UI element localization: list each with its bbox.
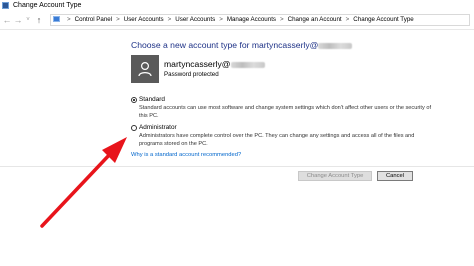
annotation-arrow-icon bbox=[40, 137, 127, 228]
